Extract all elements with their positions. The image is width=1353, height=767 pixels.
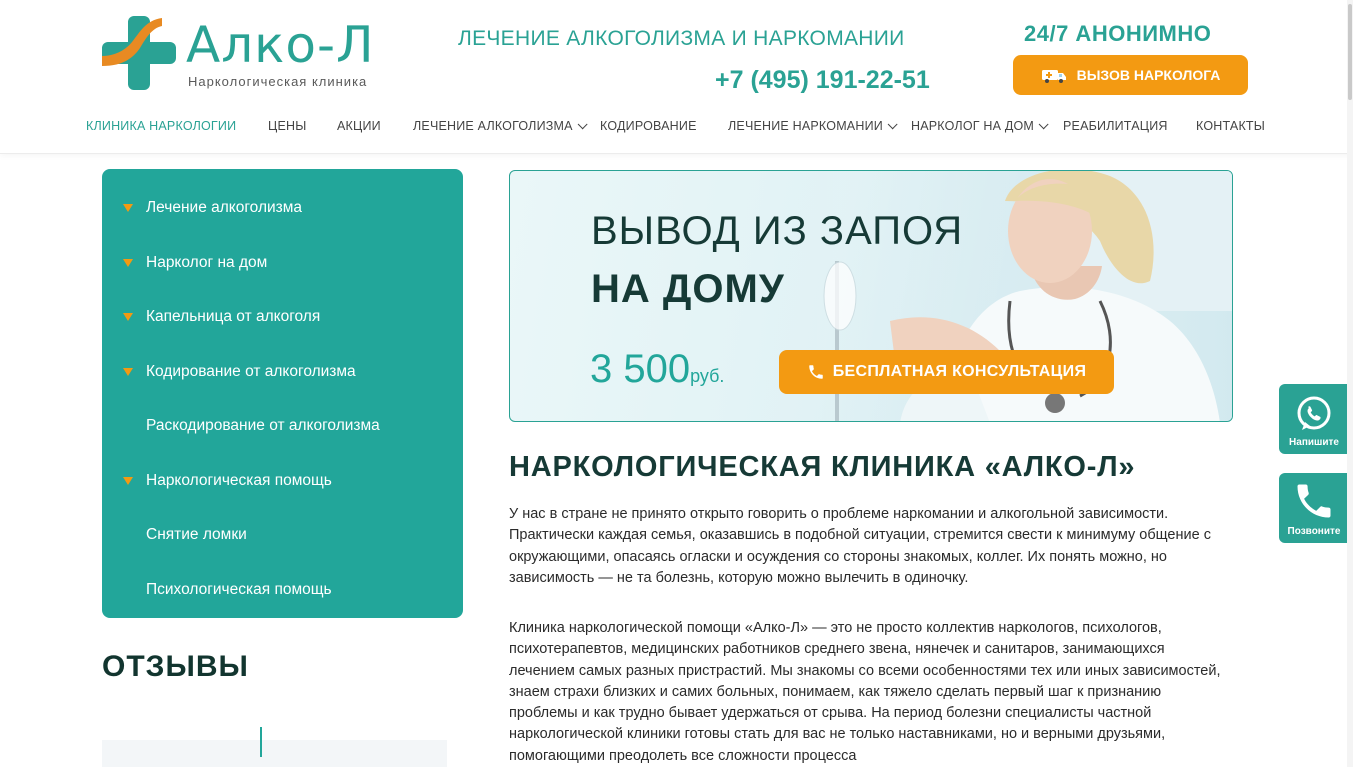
sidebar-item-alcoholism-treatment[interactable]: Лечение алкоголизма (102, 181, 463, 236)
nav-item-alcoholism-treatment[interactable]: ЛЕЧЕНИЕ АЛКОГОЛИЗМА (413, 119, 588, 133)
sidebar-item-coding[interactable]: Кодирование от алкоголизма (102, 345, 463, 400)
chevron-down-icon (1038, 119, 1049, 130)
banner-price: 3 500руб. (590, 347, 724, 392)
call-floating-label: Позвоните (1287, 526, 1341, 537)
nav-item-coding[interactable]: КОДИРОВАНИЕ (600, 119, 697, 133)
banner-line2: НА ДОМУ (591, 267, 785, 311)
nav-item-promotions[interactable]: АКЦИИ (337, 119, 381, 133)
about-paragraph: Клиника наркологической помощи «Алко-Л» … (509, 620, 1221, 764)
logo-subtitle: Наркологическая клиника (188, 74, 368, 89)
free-consultation-button[interactable]: БЕСПЛАТНАЯ КОНСУЛЬТАЦИЯ (779, 350, 1114, 394)
sidebar-item-decoding[interactable]: Раскодирование от алкоголизма (102, 399, 463, 454)
whatsapp-icon (1297, 396, 1331, 430)
sidebar-item-narcological-help[interactable]: Наркологическая помощь (102, 454, 463, 509)
header-phone[interactable]: +7 (495) 191-22-51 (715, 66, 930, 95)
price-value: 3 500 (590, 347, 691, 391)
scrollbar-track[interactable] (1347, 0, 1353, 767)
nav-item-prices[interactable]: ЦЕНЫ (268, 119, 306, 133)
phone-icon (808, 365, 823, 379)
triangle-down-icon (123, 258, 133, 267)
triangle-down-icon (123, 367, 133, 376)
main-nav: КЛИНИКА НАРКОЛОГИИ ЦЕНЫ АКЦИИ ЛЕЧЕНИЕ АЛ… (86, 116, 1276, 138)
whatsapp-label: Напишите (1289, 437, 1339, 448)
triangle-down-icon (123, 204, 133, 213)
promo-banner: ВЫВОД ИЗ ЗАПОЯ НА ДОМУ 3 500руб. БЕСПЛАТ… (509, 170, 1233, 422)
reviews-title: ОТЗЫВЫ (102, 650, 249, 683)
nav-item-clinic[interactable]: КЛИНИКА НАРКОЛОГИИ (86, 119, 236, 133)
scrollbar-thumb[interactable] (1348, 4, 1352, 100)
chevron-down-icon (577, 119, 588, 130)
review-divider (260, 727, 262, 757)
logo-cross-icon (102, 16, 176, 90)
call-narcologist-label: ВЫЗОВ НАРКОЛОГА (1076, 67, 1221, 83)
nav-item-rehabilitation[interactable]: РЕАБИЛИТАЦИЯ (1063, 119, 1168, 133)
availability-label: 24/7 АНОНИМНО (1024, 21, 1212, 46)
logo-name: Алко-Л (186, 16, 375, 74)
review-card (102, 740, 447, 767)
ambulance-icon (1041, 70, 1066, 83)
sidebar-item-home-visit[interactable]: Нарколог на дом (102, 236, 463, 291)
logo[interactable]: Алко-Л Наркологическая клиника (100, 14, 400, 92)
sidebar-item-iv-drip[interactable]: Капельница от алкоголя (102, 290, 463, 345)
sidebar-item-psychological-help[interactable]: Психологическая помощь (102, 563, 463, 618)
page-title: НАРКОЛОГИЧЕСКАЯ КЛИНИКА «АЛКО-Л» (509, 451, 1136, 483)
sidebar-menu: Лечение алкоголизма Нарколог на дом Капе… (102, 169, 463, 618)
nav-item-contacts[interactable]: КОНТАКТЫ (1196, 119, 1265, 133)
intro-paragraph: У нас в стране не принято открыто говори… (509, 506, 1211, 586)
free-consultation-label: БЕСПЛАТНАЯ КОНСУЛЬТАЦИЯ (832, 363, 1087, 380)
nav-item-drug-treatment[interactable]: ЛЕЧЕНИЕ НАРКОМАНИИ (728, 119, 898, 133)
call-narcologist-button[interactable]: ВЫЗОВ НАРКОЛОГА (1013, 55, 1248, 95)
nav-item-home-visit[interactable]: НАРКОЛОГ НА ДОМ (911, 119, 1049, 133)
phone-icon (1297, 484, 1331, 518)
sidebar-item-withdrawal[interactable]: Снятие ломки (102, 508, 463, 563)
triangle-down-icon (123, 313, 133, 322)
price-currency: руб. (690, 366, 725, 386)
site-header: Алко-Л Наркологическая клиника ЛЕЧЕНИЕ А… (0, 0, 1353, 154)
call-floating-button[interactable]: Позвоните (1279, 473, 1349, 543)
header-tagline: ЛЕЧЕНИЕ АЛКОГОЛИЗМА И НАРКОМАНИИ (458, 27, 905, 50)
banner-line1: ВЫВОД ИЗ ЗАПОЯ (591, 209, 964, 253)
chevron-down-icon (887, 119, 898, 130)
whatsapp-button[interactable]: Напишите (1279, 384, 1349, 454)
triangle-down-icon (123, 476, 133, 485)
